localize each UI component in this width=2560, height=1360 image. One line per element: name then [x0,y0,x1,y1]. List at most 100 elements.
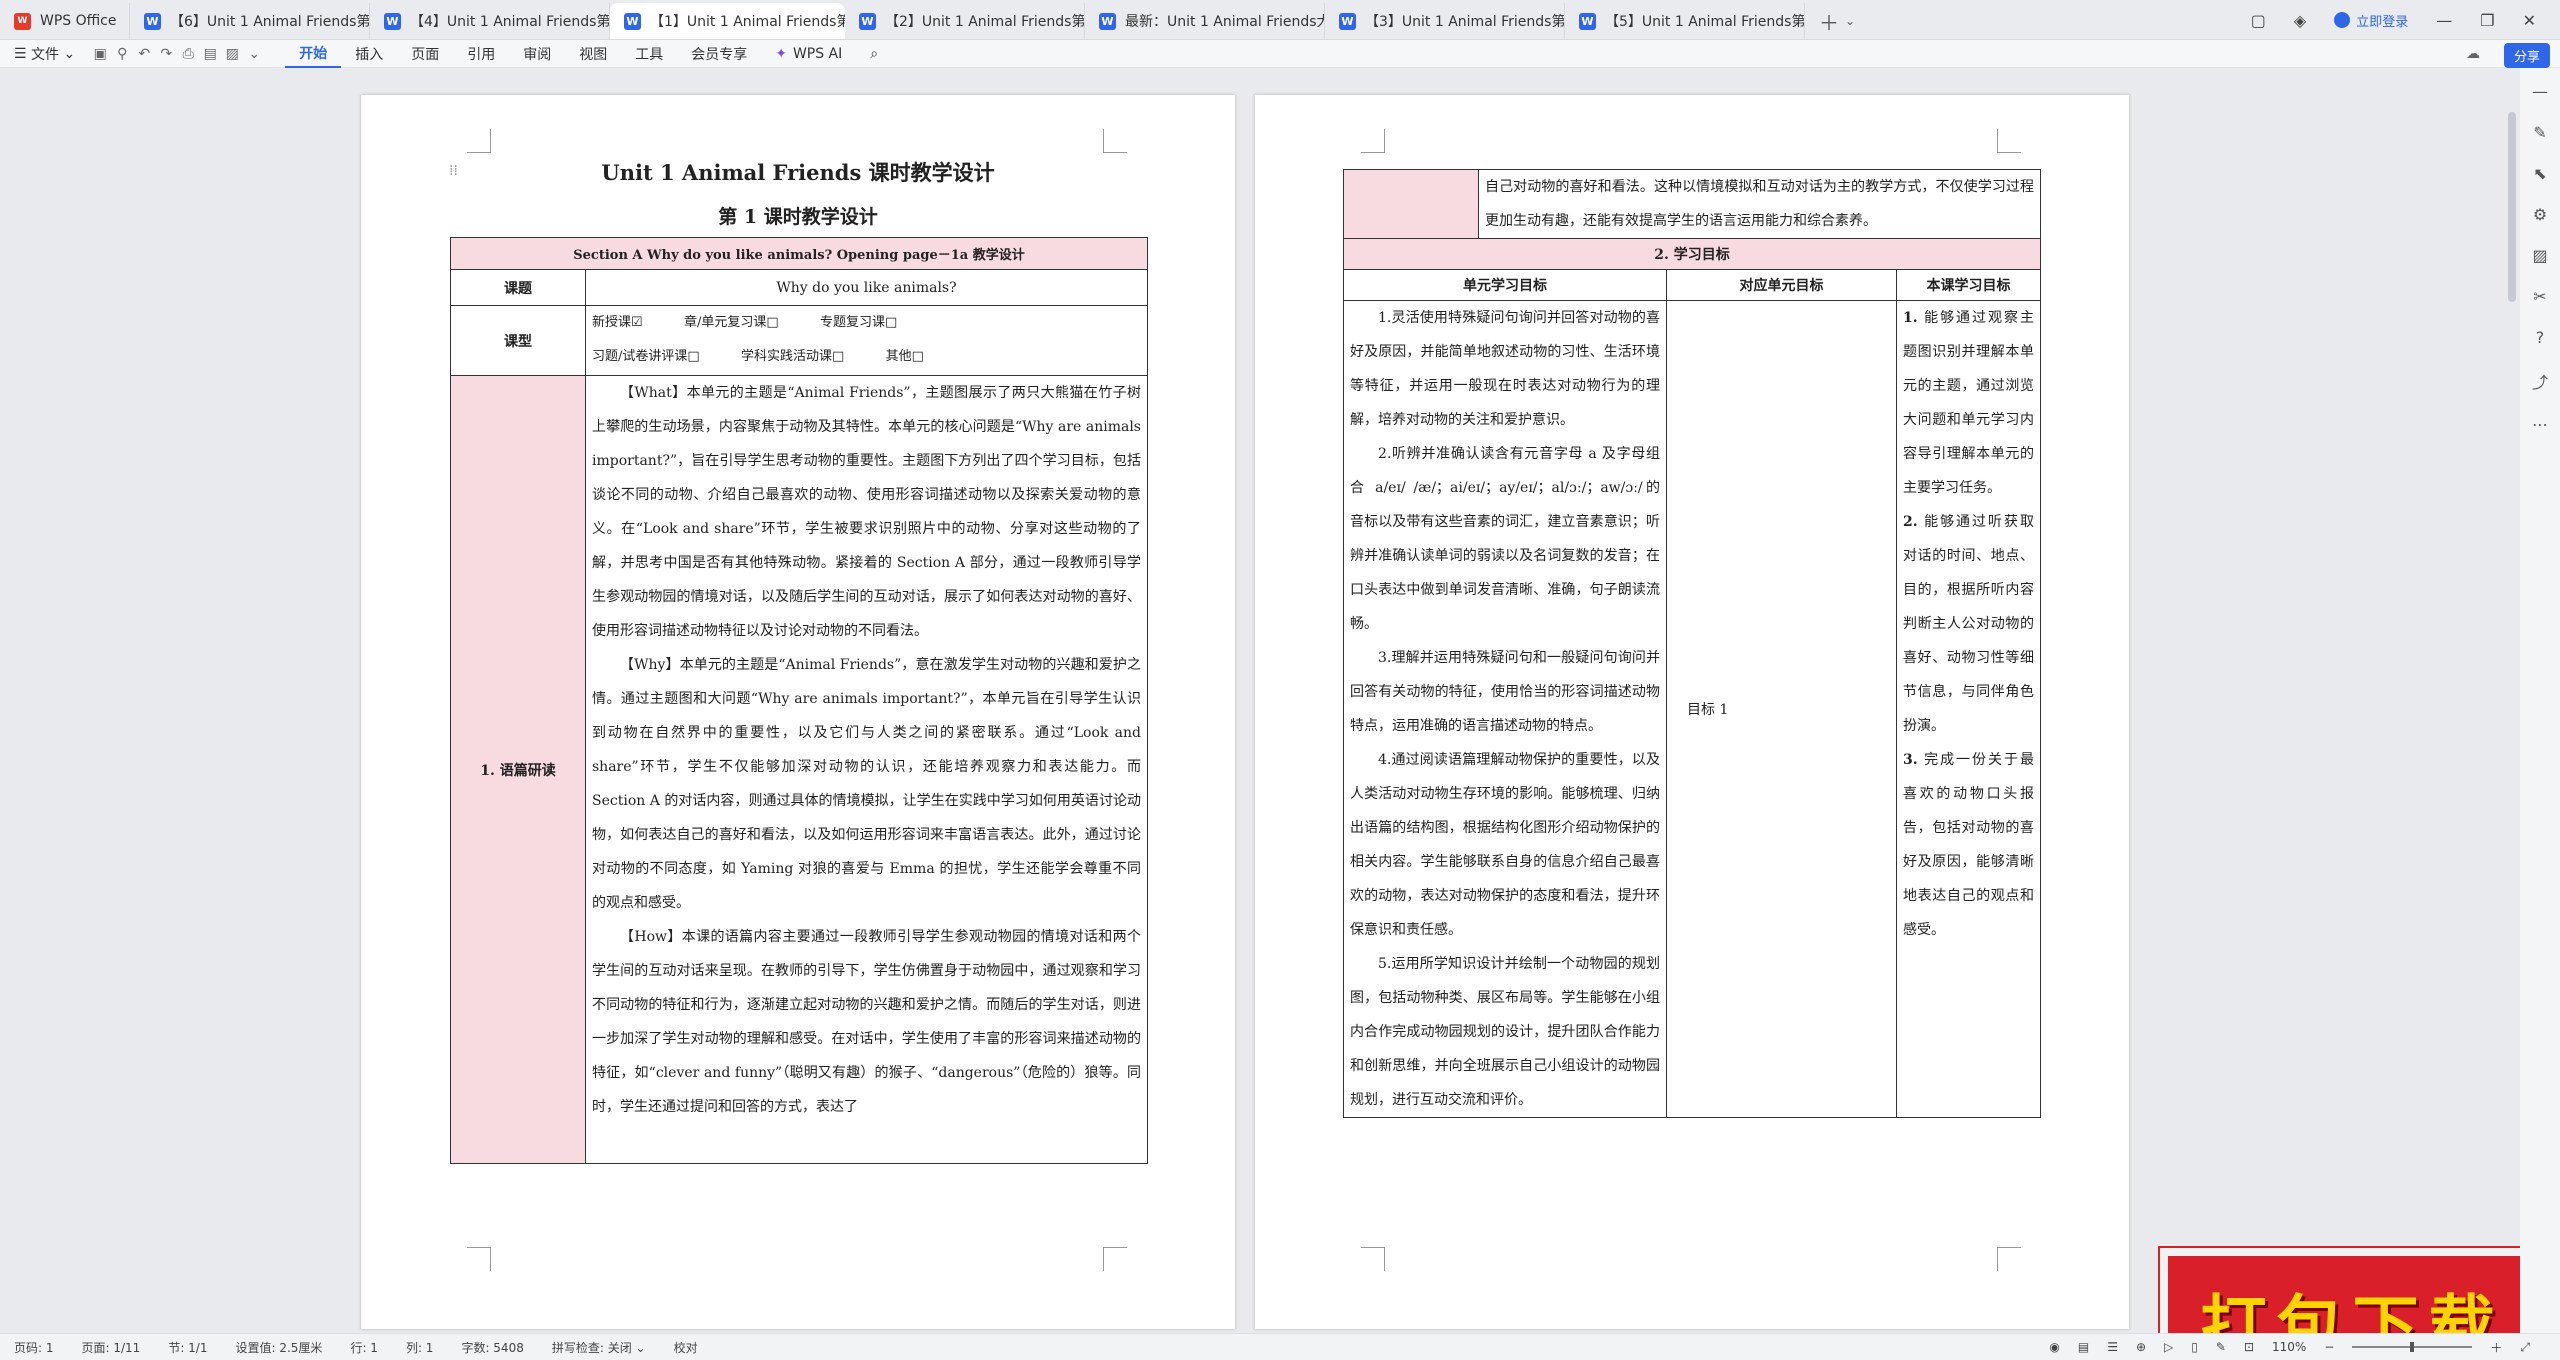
col-header-target[interactable]: 对应单元目标 [1666,269,1897,301]
document-canvas: ⁞⁞ Unit 1 Animal Friends 课时教学设计 第 1 课时教学… [0,68,2560,1333]
tab-doc-3[interactable]: W【3】Unit 1 Animal Friends第三课时 [1325,3,1565,39]
collapse-icon[interactable]: — [2532,82,2548,101]
continuation-cell[interactable]: 自己对动物的喜好和看法。这种以情境模拟和互动对话为主的教学方式，不仅使学习过程更… [1478,169,2041,239]
edit-mode-icon[interactable]: ✎ [2216,1340,2226,1354]
col-header-unit-goals[interactable]: 单元学习目标 [1343,269,1667,301]
zoom-out-icon[interactable]: − [2324,1340,2334,1354]
select-icon[interactable]: ⬉ [2533,164,2546,183]
tab-doc-5[interactable]: W【5】Unit 1 Animal Friends第五课时 [1565,3,1805,39]
print-icon[interactable]: ⎙ [177,46,199,62]
save-icon[interactable]: ▣ [89,46,111,62]
page-1: ⁞⁞ Unit 1 Animal Friends 课时教学设计 第 1 课时教学… [361,95,1235,1329]
tab-doc-2[interactable]: W【2】Unit 1 Animal Friends第二课时 [845,3,1085,39]
eye-icon[interactable]: ◉ [2049,1340,2059,1354]
share-icon[interactable]: ⤴ [2532,369,2548,393]
undo-icon[interactable]: ↶ [133,46,155,62]
topic-cell[interactable]: Why do you like animals? [585,269,1148,306]
play-icon[interactable]: ▷ [2164,1340,2173,1354]
tab-doc-4[interactable]: W【4】Unit 1 Animal Friends第四课时 [370,3,610,39]
target-cell[interactable]: 目标 1 [1666,300,1897,1118]
avatar [2334,12,2351,28]
image-icon[interactable]: ▨ [221,46,243,62]
menu-tools[interactable]: 工具 [621,40,677,68]
menu-page[interactable]: 页面 [397,40,453,68]
status-setting[interactable]: 设置值: 2.5厘米 [221,1339,336,1356]
lesson-table: Section A Why do you like animals? Openi… [450,237,1148,1164]
menu-insert[interactable]: 插入 [341,40,397,68]
list-view-icon[interactable]: ☰ [2107,1340,2118,1354]
status-section[interactable]: 节: 1/1 [154,1339,221,1356]
restore-icon[interactable]: ❐ [2480,11,2494,30]
tab-doc-1[interactable]: W【1】Unit 1 Animal Friends第1课✕ [610,3,845,39]
cube-icon[interactable]: ◈ [2294,11,2306,30]
search-icon[interactable]: ⌕ [856,40,892,68]
download-banner[interactable]: 打包下载 [2158,1246,2547,1333]
tab-doc-latest[interactable]: W最新：Unit 1 Animal Friends大单元 [1085,3,1325,39]
close-window-icon[interactable]: ✕ [2523,11,2536,30]
status-spell[interactable]: 拼写检查: 关闭 ⌄ [538,1339,660,1356]
margin-mark [1361,129,1385,153]
col-header-lesson-goals[interactable]: 本课学习目标 [1896,269,2041,301]
unit-goals-cell[interactable]: 1.灵活使用特殊疑问句询问并回答对动物的喜好及原因，并能简单地叙述动物的习性、生… [1343,300,1667,1118]
status-page[interactable]: 页码: 1 [0,1339,68,1356]
doc-title[interactable]: Unit 1 Animal Friends 课时教学设计 [450,157,1146,187]
menu-home[interactable]: 开始 [285,40,342,68]
image-icon[interactable]: ▨ [2532,246,2547,265]
menu-view[interactable]: 视图 [565,40,621,68]
more-icon[interactable]: ⋯ [2532,415,2548,434]
status-proof[interactable]: 校对 [660,1339,712,1356]
margin-mark [467,129,491,153]
hamburger-menu-button[interactable]: ☰ 文件 ⌄ [0,40,89,68]
pdf-icon[interactable]: ▤ [199,46,221,62]
zoom-slider[interactable] [2352,1342,2473,1352]
paragraph-why: 【Why】本单元的主题是“Animal Friends”，意在激发学生对动物的兴… [592,657,1141,911]
minimize-icon[interactable]: — [2436,11,2452,30]
tab-doc-6[interactable]: W【6】Unit 1 Animal Friends第六课时 [130,3,370,39]
word-doc-icon: W [144,12,161,30]
fit-icon[interactable]: ⊡ [2244,1340,2254,1354]
paragraph-what: 【What】本单元的主题是“Animal Friends”，主题图展示了两只大熊… [592,385,1141,639]
label-cell[interactable]: 课型 [450,305,586,376]
read-mode-icon[interactable]: ▯ [2191,1340,2198,1354]
cloud-icon[interactable]: ☁ [2466,46,2480,62]
status-row[interactable]: 行: 1 [336,1339,392,1356]
menu-reference[interactable]: 引用 [453,40,509,68]
settings-icon[interactable]: ⚙ [2533,205,2547,224]
page-view-icon[interactable]: ▤ [2078,1340,2089,1354]
fullscreen-icon[interactable]: ⤢ [2520,1340,2530,1355]
share-button[interactable]: 分享 [2503,43,2550,68]
find-icon[interactable]: ⚲ [111,46,133,62]
chevron-down-icon[interactable]: ⌄ [1845,14,1855,28]
web-view-icon[interactable]: ⊕ [2136,1340,2146,1354]
menu-bar: ☰ 文件 ⌄ ▣ ⚲ ↶ ↷ ⎙ ▤ ▨ ⌄ 开始 插入 页面 引用 审阅 视图… [0,40,2560,68]
text-analysis-cell[interactable]: 【What】本单元的主题是“Animal Friends”，主题图展示了两只大熊… [585,375,1148,1164]
login-button[interactable]: 立即登录 [2334,11,2408,30]
menu-member[interactable]: 会员专享 [677,40,761,68]
new-tab-button[interactable]: ＋ ⌄ [1805,3,1869,39]
objectives-table: 自己对动物的喜好和看法。这种以情境模拟和互动对话为主的教学方式，不仅使学习过程更… [1343,169,2041,1118]
goals-header[interactable]: 2. 学习目标 [1343,238,2041,270]
zoom-in-icon[interactable]: ＋ [2490,1339,2502,1356]
menu-review[interactable]: 审阅 [509,40,565,68]
zoom-level[interactable]: 110% [2272,1340,2306,1354]
blank-label-cell [1343,169,1479,239]
margin-mark [1997,1247,2021,1271]
pen-icon[interactable]: ✎ [2533,123,2546,142]
redo-icon[interactable]: ↷ [155,46,177,62]
section-header[interactable]: Section A Why do you like animals? Openi… [450,237,1148,270]
window-layout-icon[interactable]: ▢ [2251,11,2266,30]
help-icon[interactable]: ? [2536,328,2545,347]
status-col[interactable]: 列: 1 [392,1339,448,1356]
vertical-scrollbar[interactable] [2508,112,2516,302]
tab-wps-office[interactable]: W WPS Office [0,3,130,39]
label-cell[interactable]: 1. 语篇研读 [450,375,586,1164]
doc-subtitle[interactable]: 第 1 课时教学设计 [450,202,1146,229]
more-chevron-icon[interactable]: ⌄ [243,46,265,62]
lesson-type-cell[interactable]: 新授课☑ 章/单元复习课□ 专题复习课□ 习题/试卷讲评课□ 学科实践活动课□ … [585,305,1148,376]
label-cell[interactable]: 课题 [450,269,586,306]
status-words[interactable]: 字数: 5408 [447,1339,537,1356]
tools-icon[interactable]: ✂ [2533,287,2546,306]
lesson-goals-cell[interactable]: 1. 能够通过观察主题图识别并理解本单元的主题，通过浏览大问题和单元学习内容导引… [1896,300,2041,1118]
status-pages[interactable]: 页面: 1/11 [68,1339,155,1356]
menu-wps-ai[interactable]: ✦ WPS AI [761,40,856,68]
